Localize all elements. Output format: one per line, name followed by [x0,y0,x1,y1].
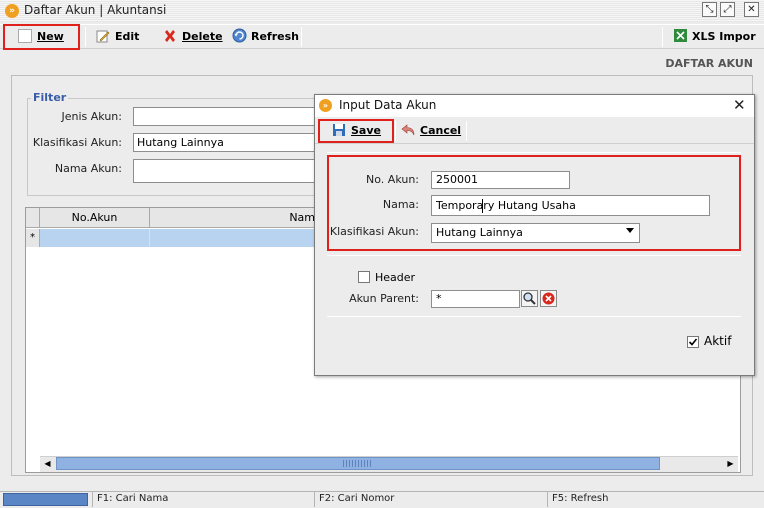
excel-icon [673,28,687,42]
nama-input[interactable]: Temporary Hutang Usaha [431,195,710,216]
column-header-nama[interactable]: Nam [150,208,320,228]
akun-parent-input[interactable]: * [431,290,520,308]
klasifikasi-selected-value: Hutang Lainnya [436,226,523,239]
klasifikasi-select[interactable]: Hutang Lainnya [431,223,640,243]
toolbar-separator [301,27,302,47]
klasifikasi-akun-field[interactable]: Hutang Lainnya [133,133,321,152]
scrollbar-grip [343,460,373,467]
jenis-akun-label: Jenis Akun: [61,110,122,123]
jenis-akun-field[interactable] [133,107,321,126]
status-separator [314,492,315,507]
dialog-divider [327,255,741,256]
table-row[interactable] [40,229,320,247]
chevron-down-icon[interactable] [626,228,634,233]
cancel-button-label: Cancel [420,124,462,137]
status-f1: F1: Cari Nama [97,493,169,504]
status-separator [547,492,548,507]
status-f2: F2: Cari Nomor [319,493,395,504]
dialog-close-icon[interactable]: ✕ [733,97,746,113]
scroll-right-icon[interactable]: ▶ [723,456,738,472]
nama-akun-field[interactable] [133,159,321,183]
aktif-checkbox-label: Aktif [704,334,732,348]
close-window-button[interactable]: ✕ [744,2,759,17]
restore-window-button[interactable]: ⤡ [702,2,717,17]
refresh-icon [232,28,247,43]
delete-button[interactable]: Delete [163,27,223,47]
maximize-window-button[interactable]: ⤢ [720,2,735,17]
save-button[interactable]: Save [332,121,381,141]
delete-button-label: Delete [182,30,223,43]
toolbar-separator [395,121,396,141]
toolbar-separator [466,121,467,141]
dialog-divider [327,152,741,153]
text-cursor [482,199,483,213]
klasifikasi-label: Klasifikasi Akun: [329,225,419,238]
delete-x-icon [163,29,177,43]
clear-x-icon [541,292,556,309]
xls-import-label: XLS Impor [692,30,756,43]
clear-parent-button[interactable] [540,290,557,307]
new-document-icon [18,29,32,43]
aktif-checkbox[interactable] [687,336,699,348]
status-f5: F5: Refresh [552,493,609,504]
nama-akun-label: Nama Akun: [54,162,122,175]
row-header-corner [26,208,40,228]
undo-arrow-icon [401,123,415,137]
nama-label: Nama: [382,198,419,211]
xls-import-button[interactable]: XLS Impor [673,27,756,47]
floppy-disk-icon [332,123,346,137]
dialog-title: Input Data Akun [339,98,437,112]
new-row-marker: * [26,229,40,247]
dialog-divider [327,316,741,317]
app-logo-icon: » [5,4,19,18]
window-title: Daftar Akun | Akuntansi [24,3,167,17]
edit-pencil-icon [96,29,110,43]
scroll-left-icon[interactable]: ◀ [40,456,55,472]
filter-legend: Filter [31,91,69,104]
no-akun-label: No. Akun: [366,173,419,186]
save-button-label: Save [351,124,381,137]
search-icon [522,292,537,309]
new-button[interactable]: New [18,27,64,47]
cancel-button[interactable]: Cancel [401,121,461,141]
no-akun-input[interactable]: 250001 [431,171,570,189]
toolbar-separator [662,27,663,47]
status-indicator [3,493,88,506]
dialog-logo-icon: » [319,99,332,112]
new-button-label: New [37,30,64,43]
header-checkbox-label: Header [375,271,416,284]
cell-divider [149,229,150,247]
toolbar-separator [85,27,86,47]
search-parent-button[interactable] [521,290,538,307]
edit-button-label: Edit [115,30,140,43]
header-checkbox[interactable] [358,271,370,283]
refresh-button[interactable]: Refresh [232,27,299,47]
checkmark-icon [688,338,698,346]
status-separator [92,492,93,507]
klasifikasi-akun-label: Klasifikasi Akun: [32,136,122,149]
page-title: DAFTAR AKUN [665,57,753,70]
refresh-button-label: Refresh [251,30,299,43]
column-header-no-akun[interactable]: No.Akun [40,208,150,228]
akun-parent-label: Akun Parent: [349,292,419,305]
edit-button[interactable]: Edit [96,27,139,47]
